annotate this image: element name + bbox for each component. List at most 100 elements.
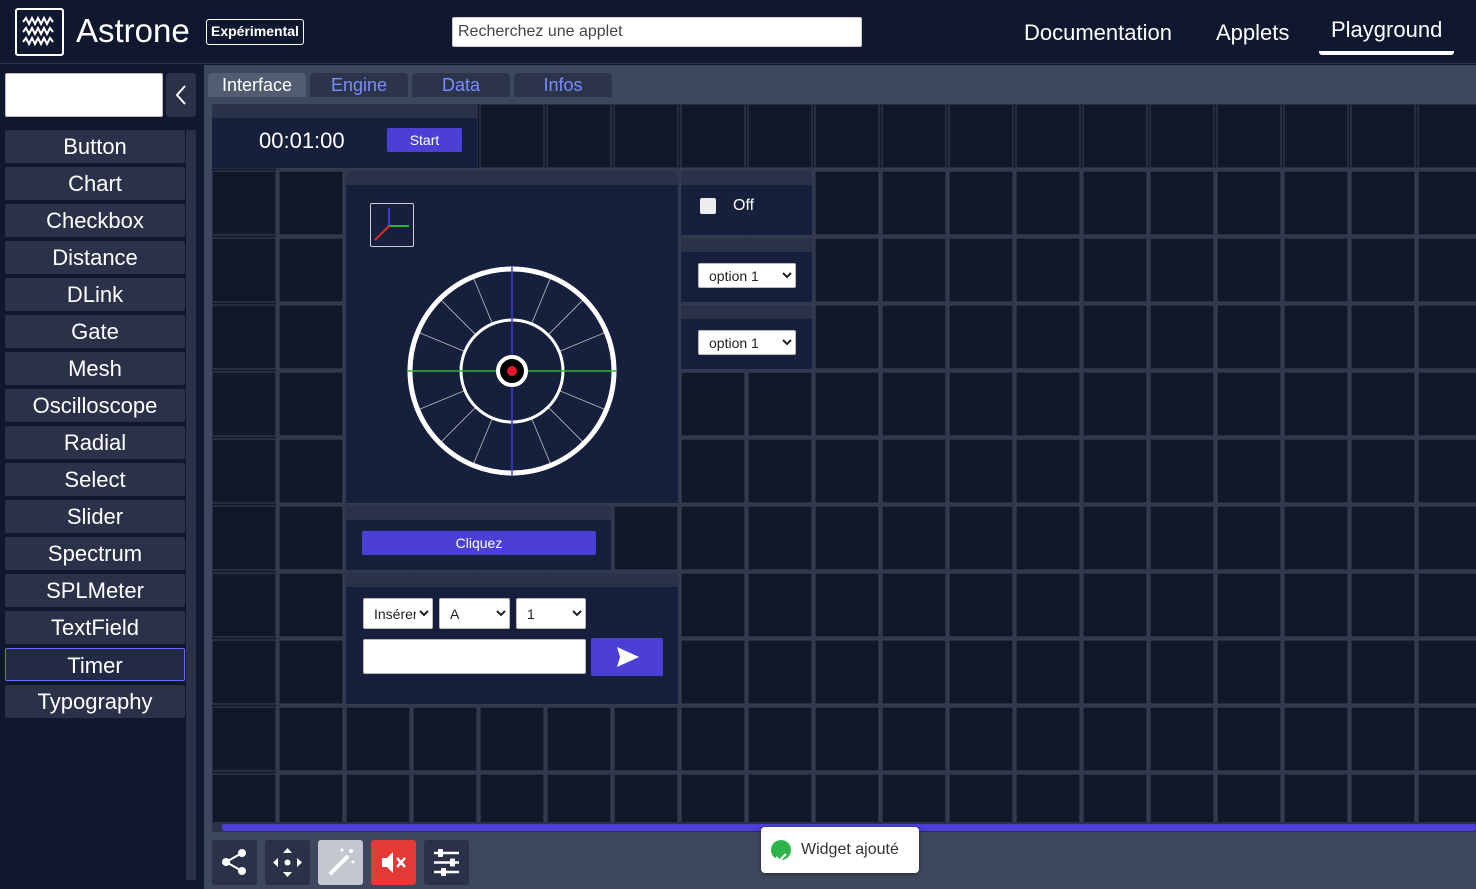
widget-item-textfield[interactable]: TextField <box>5 611 185 644</box>
grid-cell[interactable] <box>1149 104 1215 169</box>
grid-cell[interactable] <box>278 304 344 370</box>
brand-name[interactable]: Astrone <box>76 12 190 50</box>
grid-cell[interactable] <box>1283 438 1349 504</box>
sidebar-scrollbar[interactable] <box>186 130 196 880</box>
grid-cell[interactable] <box>1417 371 1476 437</box>
grid-cell[interactable] <box>212 572 277 638</box>
grid-cell[interactable] <box>1417 639 1476 705</box>
textfield-input[interactable] <box>363 639 586 674</box>
grid-cell[interactable] <box>814 304 880 370</box>
grid-cell[interactable] <box>1216 706 1282 772</box>
grid-cell[interactable] <box>1283 505 1349 571</box>
grid-cell[interactable] <box>881 438 947 504</box>
grid-cell[interactable] <box>613 505 679 571</box>
grid-cell[interactable] <box>412 706 478 772</box>
grid-cell[interactable] <box>212 639 277 705</box>
grid-cell[interactable] <box>1015 371 1081 437</box>
grid-cell[interactable] <box>1149 706 1215 772</box>
grid-cell[interactable] <box>1149 572 1215 638</box>
grid-cell[interactable] <box>345 773 411 822</box>
grid-cell[interactable] <box>747 706 813 772</box>
grid-cell[interactable] <box>680 505 746 571</box>
grid-cell[interactable] <box>948 304 1014 370</box>
grid-cell[interactable] <box>1149 304 1215 370</box>
grid-cell[interactable] <box>1082 104 1148 169</box>
grid-cell[interactable] <box>278 706 344 772</box>
grid-cell[interactable] <box>881 505 947 571</box>
grid-cell[interactable] <box>479 773 545 822</box>
grid-cell[interactable] <box>613 706 679 772</box>
grid-cell[interactable] <box>1149 438 1215 504</box>
grid-cell[interactable] <box>1149 505 1215 571</box>
grid-cell[interactable] <box>814 572 880 638</box>
grid-cell[interactable] <box>814 706 880 772</box>
grid-cell[interactable] <box>680 371 746 437</box>
grid-cell[interactable] <box>680 438 746 504</box>
grid-cell[interactable] <box>212 237 277 303</box>
grid-cell[interactable] <box>948 639 1014 705</box>
grid-cell[interactable] <box>1216 104 1282 169</box>
grid-cell[interactable] <box>1417 773 1476 822</box>
mute-button[interactable] <box>371 840 416 885</box>
collapse-sidebar-button[interactable] <box>166 73 196 117</box>
grid-cell[interactable] <box>814 170 880 236</box>
grid-cell[interactable] <box>948 104 1014 169</box>
grid-cell[interactable] <box>1082 438 1148 504</box>
grid-cell[interactable] <box>1417 505 1476 571</box>
grid-cell[interactable] <box>1015 639 1081 705</box>
axes-toggle-button[interactable] <box>370 203 414 247</box>
grid-cell[interactable] <box>1283 104 1349 169</box>
widget-item-select[interactable]: Select <box>5 463 185 496</box>
grid-cell[interactable] <box>881 773 947 822</box>
grid-cell[interactable] <box>1350 170 1416 236</box>
grid-cell[interactable] <box>1350 104 1416 169</box>
grid-cell[interactable] <box>1350 304 1416 370</box>
grid-cell[interactable] <box>1082 170 1148 236</box>
astrone-logo[interactable] <box>15 8 64 56</box>
grid-cell[interactable] <box>1015 773 1081 822</box>
grid-cell[interactable] <box>747 773 813 822</box>
grid-cell[interactable] <box>1149 237 1215 303</box>
grid-cell[interactable] <box>1216 438 1282 504</box>
grid-cell[interactable] <box>1216 237 1282 303</box>
grid-cell[interactable] <box>1015 237 1081 303</box>
grid-cell[interactable] <box>1417 438 1476 504</box>
grid-cell[interactable] <box>948 371 1014 437</box>
grid-cell[interactable] <box>1015 104 1081 169</box>
widget-item-chart[interactable]: Chart <box>5 167 185 200</box>
grid-cell[interactable] <box>1350 505 1416 571</box>
tab-infos[interactable]: Infos <box>514 73 612 97</box>
grid-cell[interactable] <box>1417 170 1476 236</box>
grid-cell[interactable] <box>1350 572 1416 638</box>
grid-cell[interactable] <box>1350 371 1416 437</box>
nav-applets[interactable]: Applets <box>1216 20 1289 46</box>
grid-cell[interactable] <box>613 773 679 822</box>
grid-cell[interactable] <box>1149 170 1215 236</box>
grid-cell[interactable] <box>1216 572 1282 638</box>
grid-cell[interactable] <box>1350 706 1416 772</box>
grid-cell[interactable] <box>1216 170 1282 236</box>
grid-cell[interactable] <box>1082 572 1148 638</box>
grid-cell[interactable] <box>881 706 947 772</box>
grid-cell[interactable] <box>1149 639 1215 705</box>
grid-cell[interactable] <box>814 371 880 437</box>
grid-cell[interactable] <box>948 237 1014 303</box>
grid-cell[interactable] <box>1015 304 1081 370</box>
widget-item-spectrum[interactable]: Spectrum <box>5 537 185 570</box>
grid-cell[interactable] <box>212 371 277 437</box>
grid-cell[interactable] <box>1283 773 1349 822</box>
grid-cell[interactable] <box>1216 639 1282 705</box>
grid-cell[interactable] <box>479 104 545 169</box>
grid-cell[interactable] <box>680 706 746 772</box>
grid-cell[interactable] <box>278 639 344 705</box>
grid-cell[interactable] <box>212 170 277 236</box>
widget-item-distance[interactable]: Distance <box>5 241 185 274</box>
grid-cell[interactable] <box>881 170 947 236</box>
grid-cell[interactable] <box>1216 371 1282 437</box>
grid-cell[interactable] <box>613 104 679 169</box>
move-button[interactable] <box>265 840 310 885</box>
select-1-dropdown[interactable]: option 1 <box>698 263 796 288</box>
magic-wand-button[interactable] <box>318 840 363 885</box>
grid-cell[interactable] <box>814 438 880 504</box>
grid-cell[interactable] <box>1082 371 1148 437</box>
